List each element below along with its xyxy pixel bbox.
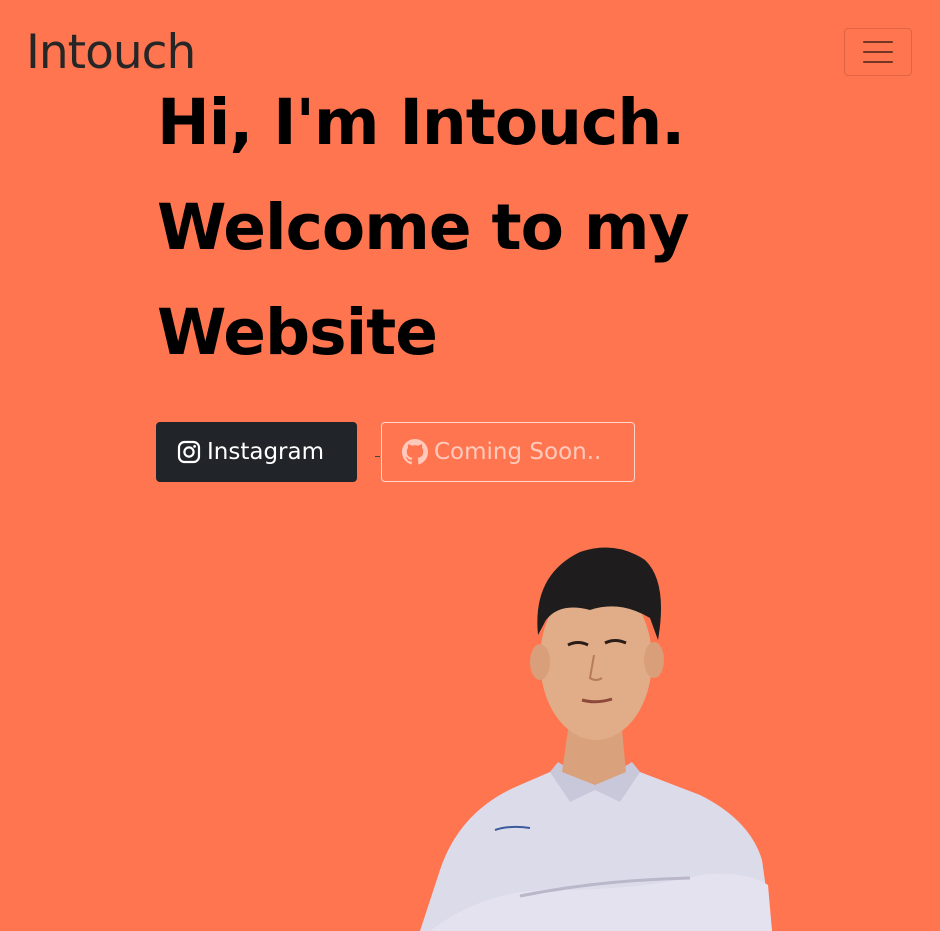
instagram-icon (177, 440, 201, 464)
profile-portrait-image (420, 547, 772, 931)
navbar-toggle-button[interactable] (844, 28, 912, 76)
instagram-button[interactable]: Instagram (156, 422, 357, 482)
hero-line-1: Hi, I'm Intouch. (157, 86, 685, 159)
navbar-brand[interactable]: Intouch (26, 22, 196, 84)
button-separator (375, 456, 380, 457)
hero-line-3: Website (157, 296, 438, 369)
github-icon (402, 439, 428, 465)
hero-line-2: Welcome to my (157, 191, 690, 264)
hamburger-menu-icon (863, 41, 893, 43)
hero-heading: Hi, I'm Intouch. Welcome to my Website (157, 70, 857, 385)
github-button-label: Coming Soon.. (434, 439, 602, 465)
github-coming-soon-button[interactable]: Coming Soon.. (381, 422, 635, 482)
instagram-button-label: Instagram (207, 439, 325, 465)
